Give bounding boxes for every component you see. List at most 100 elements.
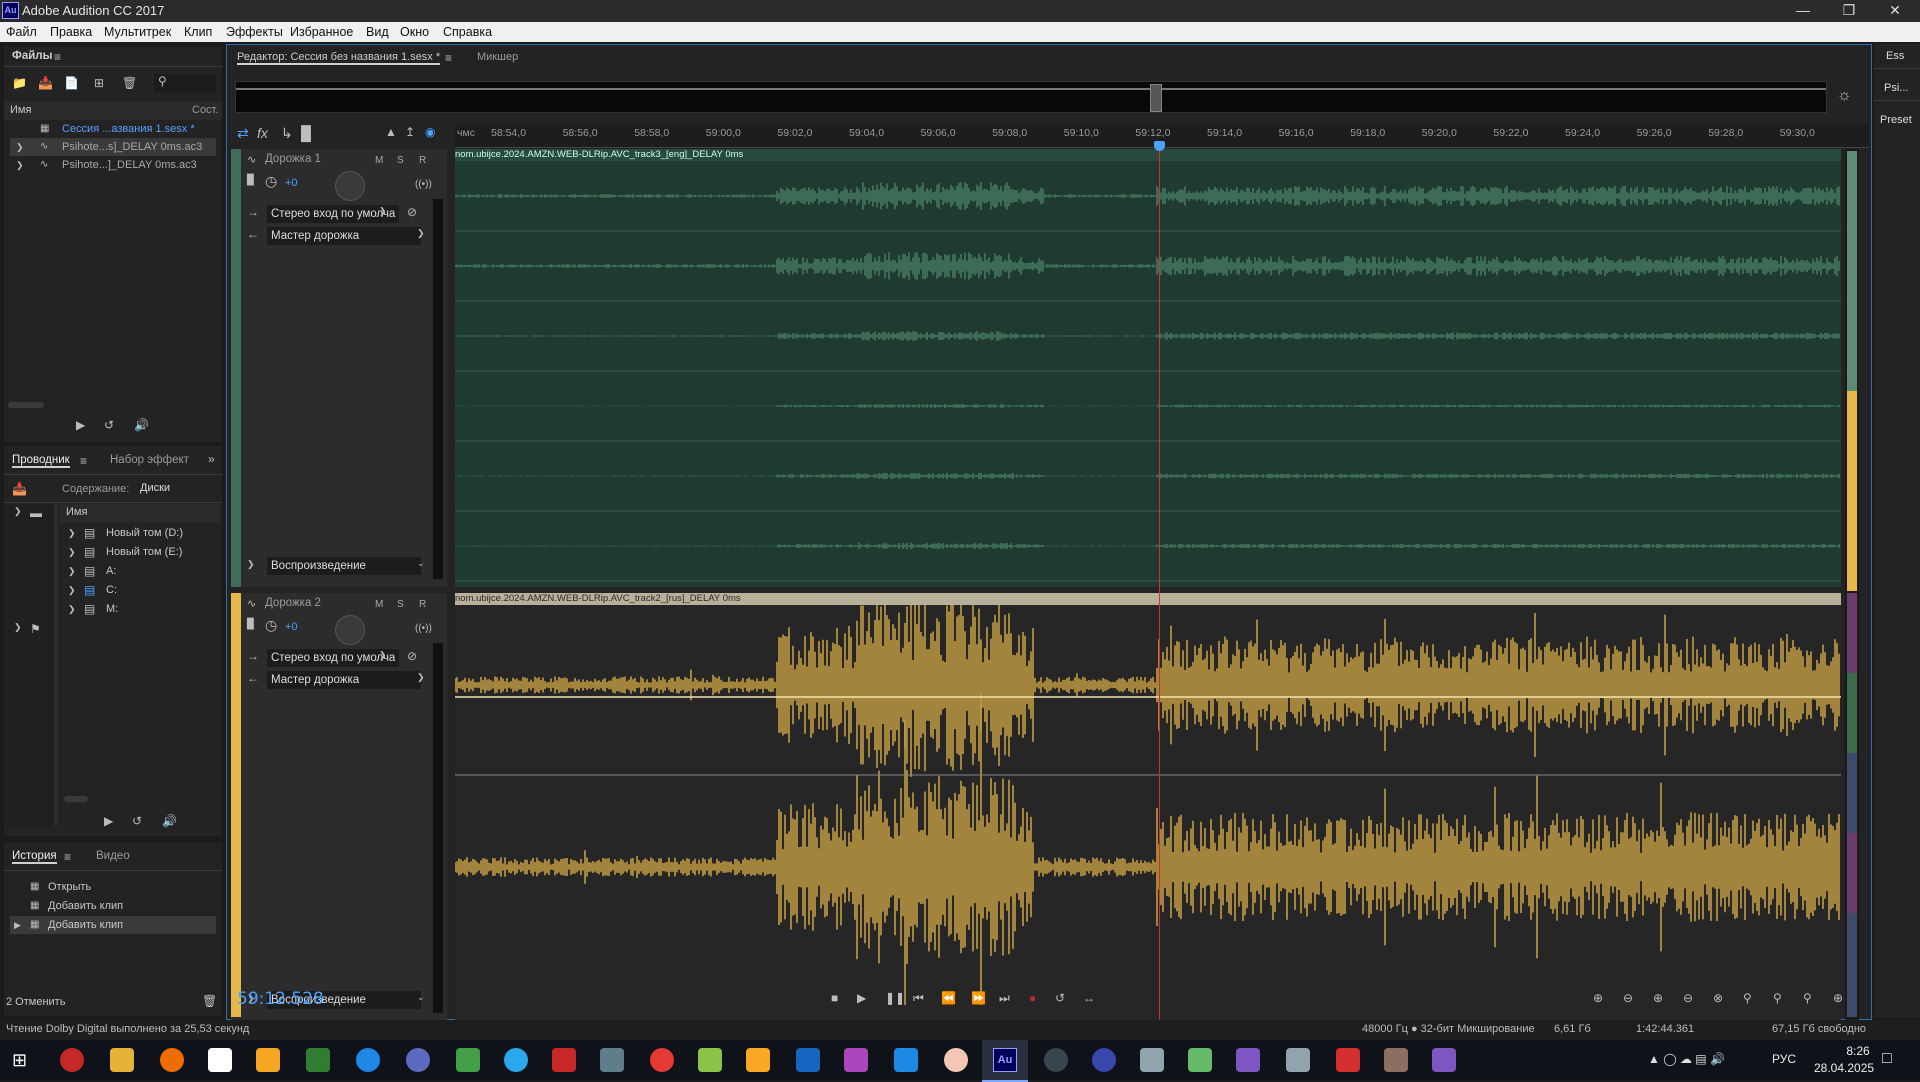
drive-item[interactable]: ❯ ▤ Новый том (D:)	[60, 524, 220, 542]
app-icon[interactable]	[306, 1048, 330, 1072]
app-icon[interactable]	[650, 1048, 674, 1072]
rewind-icon[interactable]: ⏪	[941, 991, 956, 1005]
pan-knob[interactable]	[335, 171, 365, 201]
expand-chevron-icon[interactable]: ❯	[68, 600, 76, 618]
stop-icon[interactable]: ■	[831, 991, 838, 1005]
new-file-icon[interactable]: 📄	[64, 76, 79, 90]
properties-tab[interactable]: Psi...	[1884, 82, 1908, 94]
loop-playback-icon[interactable]: ↺	[1055, 991, 1065, 1005]
app-icon[interactable]	[1286, 1048, 1310, 1072]
files-search-input[interactable]: ⚲	[154, 74, 216, 92]
volume-value[interactable]: +0	[285, 177, 298, 189]
stereo-icon[interactable]: ((•))	[415, 179, 432, 190]
panel-menu-icon[interactable]: ≡	[80, 454, 87, 468]
mute-button[interactable]: M	[375, 155, 383, 166]
app-icon[interactable]	[1236, 1048, 1260, 1072]
menu-clip[interactable]: Клип	[184, 25, 212, 39]
import-icon[interactable]: 📥	[38, 76, 53, 90]
splitter[interactable]	[54, 504, 58, 826]
browser-icon[interactable]	[356, 1048, 380, 1072]
col-status-header[interactable]: Сост.	[192, 104, 218, 116]
close-button[interactable]: ✕	[1872, 0, 1918, 22]
zoom-tracks-icon[interactable]: ⊕	[1833, 991, 1843, 1005]
panel-menu-icon[interactable]: ≡	[64, 850, 71, 864]
tab-mixer[interactable]: Микшер	[477, 51, 518, 63]
app-icon[interactable]	[844, 1048, 868, 1072]
zoom-in-time-icon[interactable]: ⊕	[1653, 991, 1663, 1005]
chevron-down-icon[interactable]: ❯	[14, 506, 22, 517]
app-icon[interactable]	[746, 1048, 770, 1072]
essential-sound-tab[interactable]: Ess	[1886, 50, 1904, 62]
expand-chevron-icon[interactable]: ❯	[68, 562, 76, 580]
drag-handle-icon[interactable]: ∿	[247, 597, 256, 610]
go-to-end-icon[interactable]: ⏭	[999, 991, 1010, 1006]
polarity-icon[interactable]: ⊘	[407, 205, 417, 219]
media-player-icon[interactable]	[796, 1048, 820, 1072]
tab-explorer[interactable]: Проводник	[12, 454, 70, 468]
history-item[interactable]: ▦ Добавить клип	[10, 897, 216, 915]
eq-icon[interactable]: █	[301, 125, 311, 141]
network-app-icon[interactable]	[698, 1048, 722, 1072]
clock-time[interactable]: 8:26	[1828, 1044, 1888, 1058]
tab-history[interactable]: История	[12, 850, 57, 864]
playhead[interactable]	[1154, 141, 1166, 1021]
expand-chevron-icon[interactable]: ❯	[247, 559, 255, 570]
drive-item[interactable]: ❯ ▤ A:	[60, 562, 220, 580]
play-icon[interactable]: ▶	[857, 991, 866, 1005]
inputs-outputs-icon[interactable]: ⇄	[237, 125, 249, 142]
solo-button[interactable]: S	[397, 155, 404, 166]
history-item-current[interactable]: ▶ ▦ Добавить клип	[10, 916, 216, 934]
mute-button[interactable]: M	[375, 599, 383, 610]
file-item-session[interactable]: ▦ Сессия ...азвания 1.sesx *	[10, 120, 216, 138]
start-windows-icon[interactable]: ⊞	[12, 1050, 27, 1071]
input-language[interactable]: РУС	[1772, 1052, 1796, 1066]
expand-chevron-icon[interactable]: ❯	[68, 524, 76, 542]
current-time-display[interactable]: 59:12.528	[237, 989, 324, 1009]
horizontal-scrollbar[interactable]	[64, 796, 88, 802]
vertical-scrollbar[interactable]	[1845, 149, 1859, 1021]
menu-edit[interactable]: Правка	[50, 25, 92, 39]
zoom-full-icon[interactable]: ⊗	[1713, 991, 1723, 1005]
track-name[interactable]: Дорожка 2	[265, 597, 321, 609]
zoom-out-point-icon[interactable]: ⚲	[1773, 991, 1782, 1005]
more-panels-icon[interactable]: »	[208, 452, 215, 466]
file-item-audio-1[interactable]: ❯ ∿ Psihote...s]_DELAY 0ms.ac3	[10, 138, 216, 156]
file-explorer-icon[interactable]	[110, 1048, 134, 1072]
trash-icon[interactable]: 🗑	[202, 994, 217, 1008]
track-output-select[interactable]: Мастер дорожка	[267, 671, 421, 689]
delete-icon[interactable]: 🗑	[122, 76, 137, 90]
qbittorrent-icon[interactable]	[406, 1048, 430, 1072]
presets-tab[interactable]: Preset	[1880, 114, 1912, 126]
menu-file[interactable]: Файл	[6, 25, 37, 39]
app-icon[interactable]	[1336, 1048, 1360, 1072]
volume-knob-icon[interactable]: ◷	[265, 173, 277, 190]
app-icon[interactable]	[1092, 1048, 1116, 1072]
skip-selection-icon[interactable]: ↔	[1083, 991, 1095, 1005]
clip-track-1[interactable]: nom.ubijce.2024.AMZN.WEB-DLRip.AVC_track…	[455, 149, 1841, 587]
fast-forward-icon[interactable]: ⏩	[971, 991, 986, 1005]
play-preview-icon[interactable]: ▶	[76, 418, 85, 432]
drive-item[interactable]: ❯ ▤ Новый том (E:)	[60, 543, 220, 561]
automation-mode-select[interactable]: Воспроизведение	[267, 557, 421, 575]
maximize-button[interactable]: ❐	[1826, 0, 1872, 22]
autoplay-icon[interactable]: 🔊	[134, 418, 149, 432]
app-icon[interactable]	[1432, 1048, 1456, 1072]
minimize-button[interactable]: —	[1780, 0, 1826, 22]
solo-button[interactable]: S	[397, 599, 404, 610]
record-arm-button[interactable]: R	[419, 155, 426, 166]
zoom-navigator-handle[interactable]	[1150, 84, 1162, 112]
notifications-icon[interactable]: □	[1882, 1050, 1892, 1068]
zoom-out-amplitude-icon[interactable]: ⊖	[1623, 991, 1633, 1005]
tab-video[interactable]: Видео	[96, 850, 130, 862]
autoplay-icon[interactable]: 🔊	[162, 814, 177, 828]
effects-fx-icon[interactable]: fx	[257, 125, 268, 141]
document-app-icon[interactable]	[1140, 1048, 1164, 1072]
stereo-icon[interactable]: ((•))	[415, 623, 432, 634]
insert-multitrack-icon[interactable]: ⊞	[94, 76, 104, 90]
drive-item[interactable]: ❯ ▤ M:	[60, 600, 220, 618]
loop-icon[interactable]: ↺	[104, 418, 114, 432]
col-name-header[interactable]: Имя	[66, 506, 87, 518]
expand-chevron-icon[interactable]: ❯	[16, 138, 24, 156]
export-icon[interactable]: ↥	[405, 125, 415, 139]
audition-taskbar-button[interactable]: Au	[982, 1040, 1028, 1082]
